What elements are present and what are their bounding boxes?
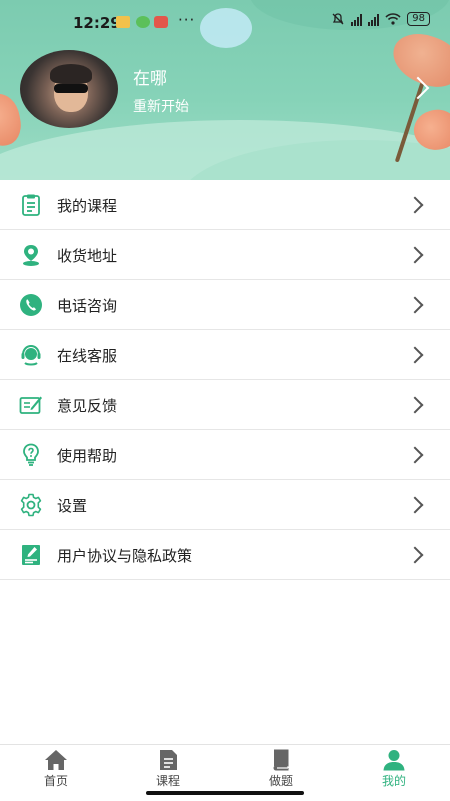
mute-bell-icon (332, 13, 344, 25)
agreement-icon (22, 545, 40, 565)
wifi-icon (385, 13, 401, 25)
settings-menu: 我的课程 收货地址 电话咨询 在线客服 意见反馈 使用帮助 设置 用户协议与隐私… (0, 180, 450, 580)
menu-item-user-agreement[interactable]: 用户协议与隐私政策 (0, 530, 450, 580)
chevron-right-icon (406, 196, 424, 214)
menu-item-label: 在线客服 (57, 347, 118, 365)
menu-item-label: 收货地址 (57, 247, 118, 265)
wechat-notification-icon (136, 16, 150, 28)
tab-label: 我的 (381, 774, 406, 788)
avatar[interactable] (20, 50, 118, 128)
tab-label: 做题 (268, 774, 293, 788)
chevron-right-icon (406, 346, 424, 364)
menu-item-label: 电话咨询 (57, 297, 118, 315)
customer-service-icon (21, 344, 41, 366)
menu-item-shipping-address[interactable]: 收货地址 (0, 230, 450, 280)
menu-item-help[interactable]: 使用帮助 (0, 430, 450, 480)
menu-item-label: 设置 (57, 497, 88, 515)
profile-header: 12:29 ··· 98 在哪 重新开始 (0, 0, 450, 180)
chevron-right-icon (406, 496, 424, 514)
gear-icon (20, 493, 42, 517)
menu-item-settings[interactable]: 设置 (0, 480, 450, 530)
status-indicators: 98 (331, 12, 430, 26)
tab-home[interactable]: 首页 (16, 745, 96, 801)
profile-subtitle: 重新开始 (133, 99, 189, 115)
help-bulb-icon (23, 443, 39, 466)
chevron-right-icon (406, 546, 424, 564)
course-icon (22, 194, 40, 216)
cell-signal-icon (368, 13, 380, 26)
tab-label: 首页 (43, 774, 68, 788)
menu-item-label: 我的课程 (57, 197, 118, 215)
more-notifications-icon: ··· (178, 11, 196, 29)
chevron-right-icon (406, 296, 424, 314)
menu-item-phone-consult[interactable]: 电话咨询 (0, 280, 450, 330)
phone-icon (20, 294, 42, 316)
menu-item-label: 使用帮助 (57, 447, 118, 465)
menu-item-label: 意见反馈 (57, 397, 118, 415)
chevron-right-icon (406, 396, 424, 414)
feedback-icon (19, 396, 42, 414)
home-indicator[interactable] (146, 791, 304, 795)
location-icon (23, 245, 39, 266)
menu-item-feedback[interactable]: 意见反馈 (0, 380, 450, 430)
menu-item-my-courses[interactable]: 我的课程 (0, 180, 450, 230)
profile-username[interactable]: 在哪 (133, 64, 167, 89)
avatar-sunglasses (54, 84, 88, 93)
book-icon (273, 749, 289, 771)
user-icon (383, 750, 405, 771)
app-notification-icon (154, 16, 168, 28)
menu-item-online-service[interactable]: 在线客服 (0, 330, 450, 380)
tab-label: 课程 (155, 774, 180, 788)
mail-notification-icon (116, 16, 130, 28)
avatar-hair (50, 64, 92, 84)
menu-item-label: 用户协议与隐私政策 (57, 547, 193, 565)
chevron-right-icon (406, 246, 424, 264)
status-time: 12:29 (73, 14, 121, 32)
course-doc-icon (160, 750, 177, 770)
tab-mine[interactable]: 我的 (354, 745, 434, 801)
home-icon (45, 750, 67, 770)
cell-signal-icon (351, 13, 363, 26)
chevron-right-icon (406, 446, 424, 464)
status-bar: 12:29 ··· 98 (0, 0, 450, 44)
flower-petal-decor (0, 90, 25, 150)
battery-indicator: 98 (407, 12, 430, 26)
